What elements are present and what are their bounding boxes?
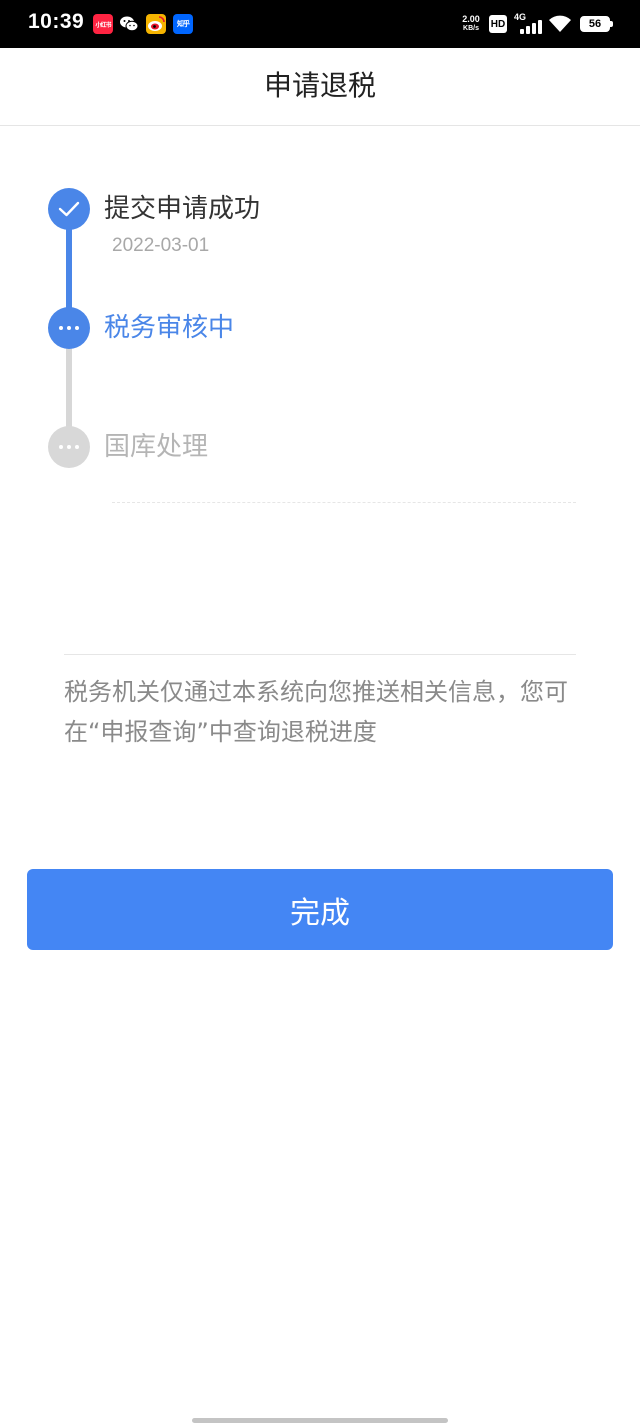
step-date-submitted: 2022-03-01: [112, 235, 210, 256]
status-bar: 10:39 小红书 知乎 2.00 KB/s HD 4G 56: [0, 0, 640, 48]
notice-text: 税务机关仅通过本系统向您推送相关信息，您可在“申报查询”中查询退税进度: [64, 678, 568, 746]
zhihu-label: 知乎: [177, 20, 190, 28]
status-time: 10:39: [28, 10, 85, 33]
done-button[interactable]: 完成: [27, 869, 613, 950]
step-divider: [112, 502, 576, 503]
zhihu-icon: 知乎: [173, 14, 193, 34]
nav-bar: 申请退税: [0, 48, 640, 126]
ellipsis-icon: [48, 307, 90, 349]
progress-steps: 提交申请成功 2022-03-01 税务审核中 国库处理: [0, 126, 640, 506]
step-label-treasury: 国库处理: [104, 432, 209, 462]
signal-icon: [518, 20, 544, 34]
wifi-icon: [548, 14, 572, 34]
net-speed: 2.00 KB/s: [458, 14, 484, 34]
weibo-icon: [146, 14, 166, 34]
xiaohongshu-label: 小红书: [95, 21, 111, 29]
net-speed-unit: KB/s: [463, 25, 479, 32]
ellipsis-icon: [48, 426, 90, 468]
screen: 10:39 小红书 知乎 2.00 KB/s HD 4G 56 申请退税 提交申…: [0, 0, 640, 1427]
battery-level: 56: [588, 18, 602, 30]
home-indicator[interactable]: [192, 1418, 448, 1423]
section-divider: [64, 654, 576, 655]
net-speed-value: 2.00: [462, 14, 480, 24]
xiaohongshu-icon: 小红书: [93, 14, 113, 34]
step-label-reviewing: 税务审核中: [104, 313, 235, 343]
step-label-submitted: 提交申请成功: [104, 194, 261, 224]
page-title: 申请退税: [263, 69, 376, 102]
check-icon: [48, 188, 90, 230]
wechat-icon: [119, 14, 139, 34]
battery-icon: 56: [580, 16, 613, 32]
hd-badge: HD: [489, 15, 507, 33]
